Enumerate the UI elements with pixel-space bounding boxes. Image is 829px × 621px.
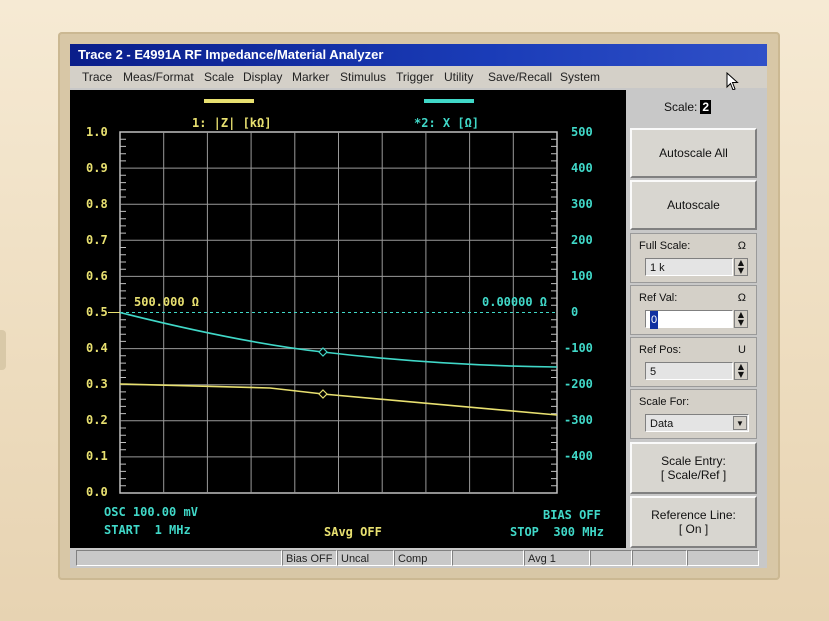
trace2-label: *2: X [Ω] — [414, 116, 480, 130]
ref-pos-field: Ref Pos: U 5 ▲ ▼ — [630, 337, 757, 387]
status-empty-3 — [590, 550, 632, 566]
scale-for-field: Scale For: Data ▼ — [630, 389, 757, 439]
status-bar: Bias OFF Uncal Comp OFF Avg 1 — [70, 548, 767, 568]
stop-frequency[interactable]: STOP 300 MHz — [510, 525, 604, 539]
ref-val-field: Ref Val: Ω 0 ▲ ▼ — [630, 285, 757, 335]
right-tick-label: -400 — [564, 449, 593, 463]
ref-pos-label: Ref Pos: — [639, 344, 682, 356]
scale-for-label: Scale For: — [639, 396, 690, 408]
ref-pos-unit: U — [738, 344, 746, 356]
menu-stimulus[interactable]: Stimulus — [340, 66, 386, 88]
mouse-pointer-icon — [726, 72, 739, 91]
right-tick-label: -100 — [564, 341, 593, 355]
ref-pos-spinner[interactable]: ▲ ▼ — [734, 362, 748, 380]
autoscale-all-button[interactable]: Autoscale All — [630, 128, 757, 178]
left-tick-label: 0.1 — [86, 449, 108, 463]
status-empty-5 — [687, 550, 759, 566]
left-tick-label: 0.6 — [86, 269, 108, 283]
right-tick-label: 0 — [571, 305, 579, 319]
ref-val-input[interactable]: 0 — [645, 310, 733, 329]
autoscale-button[interactable]: Autoscale — [630, 180, 757, 230]
bias-status: BIAS OFF — [543, 508, 601, 522]
reference-line-value: [ On ] — [678, 522, 709, 536]
scale-trace-number: 2 — [700, 100, 712, 114]
full-scale-input[interactable]: 1 k — [645, 258, 733, 276]
status-empty-1 — [76, 550, 282, 566]
status-comp: Comp OFF — [394, 550, 452, 566]
left-tick-label: 0.9 — [86, 161, 108, 175]
softkey-panel: Scale: 2 Autoscale All Autoscale Full Sca… — [628, 90, 767, 548]
menu-scale[interactable]: Scale — [204, 66, 234, 88]
trace2-reference-value: 0.00000 Ω — [482, 295, 548, 309]
status-bias: Bias OFF — [282, 550, 337, 566]
full-scale-spinner[interactable]: ▲ ▼ — [734, 258, 748, 276]
menu-save-recall[interactable]: Save/Recall — [488, 66, 552, 88]
ref-val-unit: Ω — [737, 292, 746, 304]
trace1-legend-bar — [204, 99, 254, 103]
menu-trigger[interactable]: Trigger — [396, 66, 434, 88]
ref-pos-input[interactable]: 5 — [645, 362, 733, 380]
menu-trace[interactable]: Trace — [82, 66, 112, 88]
scale-for-select[interactable]: Data ▼ — [645, 414, 749, 432]
right-tick-label: 500 — [571, 125, 593, 139]
trace1-reference-value: 500.000 Ω — [134, 295, 200, 309]
right-tick-label: -200 — [564, 377, 593, 391]
scale-entry-value: [ Scale/Ref ] — [660, 468, 727, 482]
scale-for-value: Data — [650, 418, 674, 430]
status-cal: Uncal — [337, 550, 394, 566]
start-frequency[interactable]: START 1 MHz — [104, 523, 191, 537]
status-empty-2 — [452, 550, 524, 566]
osc-level: OSC 100.00 mV — [104, 505, 198, 519]
ref-val-text: 0 — [650, 311, 659, 329]
menu-utility[interactable]: Utility — [444, 66, 473, 88]
left-tick-label: 0.5 — [86, 305, 108, 319]
ref-val-label: Ref Val: — [639, 292, 678, 304]
sweep-average: SAvg OFF — [324, 525, 382, 539]
trace2-legend-bar — [424, 99, 474, 103]
left-tick-label: 1.0 — [86, 125, 108, 139]
status-avg: Avg 1 — [524, 550, 590, 566]
right-tick-label: 300 — [571, 197, 593, 211]
left-tick-label: 0.8 — [86, 197, 108, 211]
left-tick-label: 0.0 — [86, 485, 108, 499]
menu-system[interactable]: System — [560, 66, 600, 88]
right-tick-label: -300 — [564, 413, 593, 427]
analyzer-screen: Trace 2 - E4991A RF Impedance/Material A… — [70, 44, 767, 568]
status-empty-4 — [632, 550, 687, 566]
scale-entry-title: Scale Entry: — [661, 454, 726, 468]
trace1-label: 1: |Z| [kΩ] — [192, 116, 272, 130]
ref-val-spinner[interactable]: ▲ ▼ — [734, 310, 748, 328]
right-tick-label: 400 — [571, 161, 593, 175]
menu-marker[interactable]: Marker — [292, 66, 329, 88]
measurement-plot[interactable]: 1: |Z| [kΩ] *2: X [Ω] 1.0 0.9 0.8 0.7 0.… — [70, 90, 626, 560]
trace1-marker — [318, 389, 328, 399]
trace2-marker — [318, 347, 328, 357]
scale-header: Scale: 2 — [628, 90, 767, 126]
left-tick-label: 0.4 — [86, 341, 108, 355]
menu-bar: Trace Meas/Format Scale Display Marker S… — [70, 66, 767, 88]
left-tick-label: 0.7 — [86, 233, 108, 247]
plot-graphics — [108, 99, 558, 494]
window-title: Trace 2 - E4991A RF Impedance/Material A… — [70, 44, 767, 66]
full-scale-field: Full Scale: Ω 1 k ▲ ▼ — [630, 233, 757, 283]
right-tick-label: 100 — [571, 269, 593, 283]
menu-meas-format[interactable]: Meas/Format — [123, 66, 194, 88]
menu-display[interactable]: Display — [243, 66, 282, 88]
chevron-down-icon[interactable]: ▼ — [733, 416, 747, 430]
scale-label: Scale: — [664, 100, 698, 114]
left-tick-label: 0.3 — [86, 377, 108, 391]
full-scale-label: Full Scale: — [639, 240, 691, 252]
right-tick-label: 200 — [571, 233, 593, 247]
scale-entry-button[interactable]: Scale Entry: [ Scale/Ref ] — [630, 442, 757, 494]
full-scale-unit: Ω — [737, 240, 746, 252]
bezel-notch — [0, 330, 6, 370]
left-tick-label: 0.2 — [86, 413, 108, 427]
reference-line-button[interactable]: Reference Line: [ On ] — [630, 496, 757, 548]
reference-line-title: Reference Line: — [651, 508, 736, 522]
